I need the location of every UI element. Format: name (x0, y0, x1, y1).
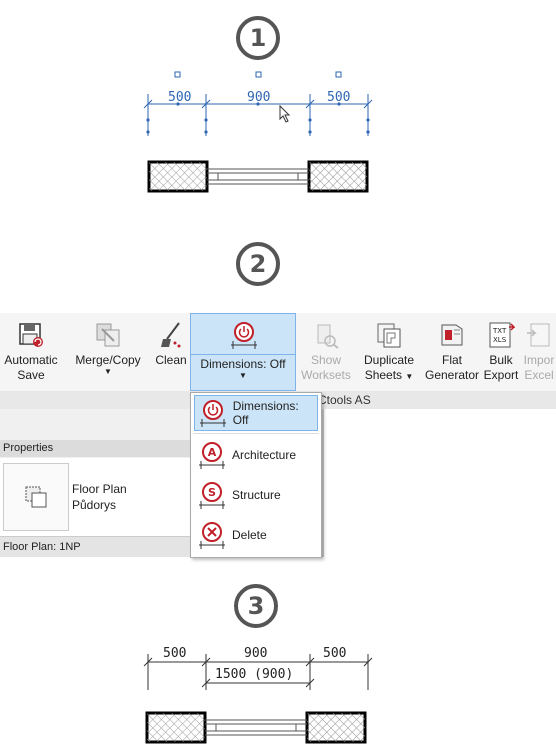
merge-copy-label: Merge/Copy (75, 353, 141, 367)
duplicate-sheets-dropdown-arrow-icon[interactable]: ▼ (405, 372, 413, 381)
worksets-icon (312, 321, 340, 349)
import-excel-button[interactable]: Impor Excel (522, 313, 556, 391)
structure-icon: S (199, 482, 225, 509)
type-name-line1: Floor Plan (72, 482, 127, 496)
bulk-export-label-2: Export (483, 368, 519, 382)
architecture-icon-letter: A (208, 446, 217, 459)
bulk-export-icon: TXT XLS (487, 321, 515, 349)
broom-icon (157, 321, 185, 349)
menu-item-dimensions-off-label: Dimensions: Off (232, 399, 299, 427)
clean-label: Clean (155, 353, 187, 367)
automatic-save-label-1: Automatic (4, 353, 58, 367)
top-dim-mid: 900 (247, 90, 271, 105)
delete-x-icon (199, 522, 225, 549)
structure-icon-letter: S (208, 486, 216, 499)
show-worksets-button[interactable]: Show Worksets (298, 313, 354, 391)
ribbon-panel: Automatic Save Merge/Copy ▼ Clean Dimens… (0, 313, 556, 391)
floor-plan-thumbnail-icon (3, 463, 69, 531)
top-dim-left: 500 (168, 90, 192, 105)
menu-item-structure-label: Structure (232, 488, 281, 502)
menu-item-architecture[interactable]: A Architecture (194, 437, 318, 473)
bulk-export-button[interactable]: TXT XLS Bulk Export (480, 313, 522, 391)
flat-generator-label-1: Flat (441, 353, 462, 367)
bottom-dim-total: 1500 (900) (215, 667, 294, 682)
drawing-area[interactable] (322, 409, 556, 557)
dimensions-label: Dimensions: Off (191, 354, 295, 372)
bottom-dim-mid: 900 (244, 646, 268, 661)
menu-item-delete-label: Delete (232, 528, 267, 542)
import-excel-label-1: Impor (523, 353, 555, 367)
bottom-dim-left: 500 (163, 646, 187, 661)
flat-generator-icon (438, 321, 466, 349)
show-worksets-label-2: Worksets (301, 368, 351, 382)
wall-window-plan-3 (145, 711, 367, 744)
menu-item-dimensions-off[interactable]: Dimensions: Off (194, 395, 318, 431)
power-off-icon (200, 400, 226, 427)
bottom-dim-right: 500 (323, 646, 347, 661)
architecture-icon: A (199, 442, 225, 469)
menu-item-architecture-label: Architecture (232, 448, 297, 462)
flat-generator-button[interactable]: Flat Generator (424, 313, 480, 391)
txt-text: TXT (492, 327, 507, 335)
automatic-save-button[interactable]: Automatic Save (0, 313, 62, 391)
step-1-badge: 1 (236, 16, 280, 60)
duplicate-sheets-label-1: Duplicate (363, 353, 415, 367)
import-excel-label-2: Excel (524, 368, 554, 382)
dimensions-split-button[interactable]: Dimensions: Off ▼ (190, 313, 296, 391)
menu-item-delete[interactable]: Delete (194, 517, 318, 553)
dimensions-dropdown-menu: Dimensions: Off A Architecture S Structu… (190, 392, 322, 558)
step-3-badge: 3 (234, 584, 278, 628)
step-2-badge: 2 (236, 242, 280, 286)
dimensions-dropdown-arrow-icon[interactable]: ▼ (191, 372, 295, 380)
show-worksets-label-1: Show (310, 353, 342, 367)
dimensions-power-icon (229, 322, 257, 350)
merge-copy-button[interactable]: Merge/Copy ▼ (70, 313, 146, 391)
menu-divider (193, 433, 319, 434)
instance-selector[interactable]: Floor Plan: 1NP (0, 536, 194, 557)
clean-button[interactable]: Clean (152, 313, 190, 391)
type-name-line2: Půdorys (72, 498, 117, 512)
merge-copy-icon (94, 321, 122, 349)
top-dimension-graphic[interactable] (130, 68, 390, 148)
flat-generator-label-2: Generator (424, 368, 480, 382)
properties-title: Properties (0, 440, 194, 457)
duplicate-sheets-label-2: Sheets ▼ (364, 368, 414, 382)
import-excel-icon (525, 321, 553, 349)
duplicate-sheets-icon (375, 321, 403, 349)
type-selector[interactable]: Floor Plan Půdorys (0, 458, 191, 536)
top-dim-right: 500 (327, 90, 351, 105)
floppy-save-icon (17, 321, 45, 349)
menu-item-structure[interactable]: S Structure (194, 477, 318, 513)
automatic-save-label-2: Save (17, 368, 45, 382)
xls-text: XLS (493, 336, 507, 344)
duplicate-sheets-button[interactable]: Duplicate Sheets ▼ (356, 313, 422, 391)
merge-copy-dropdown-arrow-icon[interactable]: ▼ (70, 368, 146, 376)
bulk-export-label-1: Bulk (489, 353, 513, 367)
wall-window-plan-1 (147, 160, 369, 193)
ribbon-panel-label: Ctools AS (318, 393, 371, 407)
